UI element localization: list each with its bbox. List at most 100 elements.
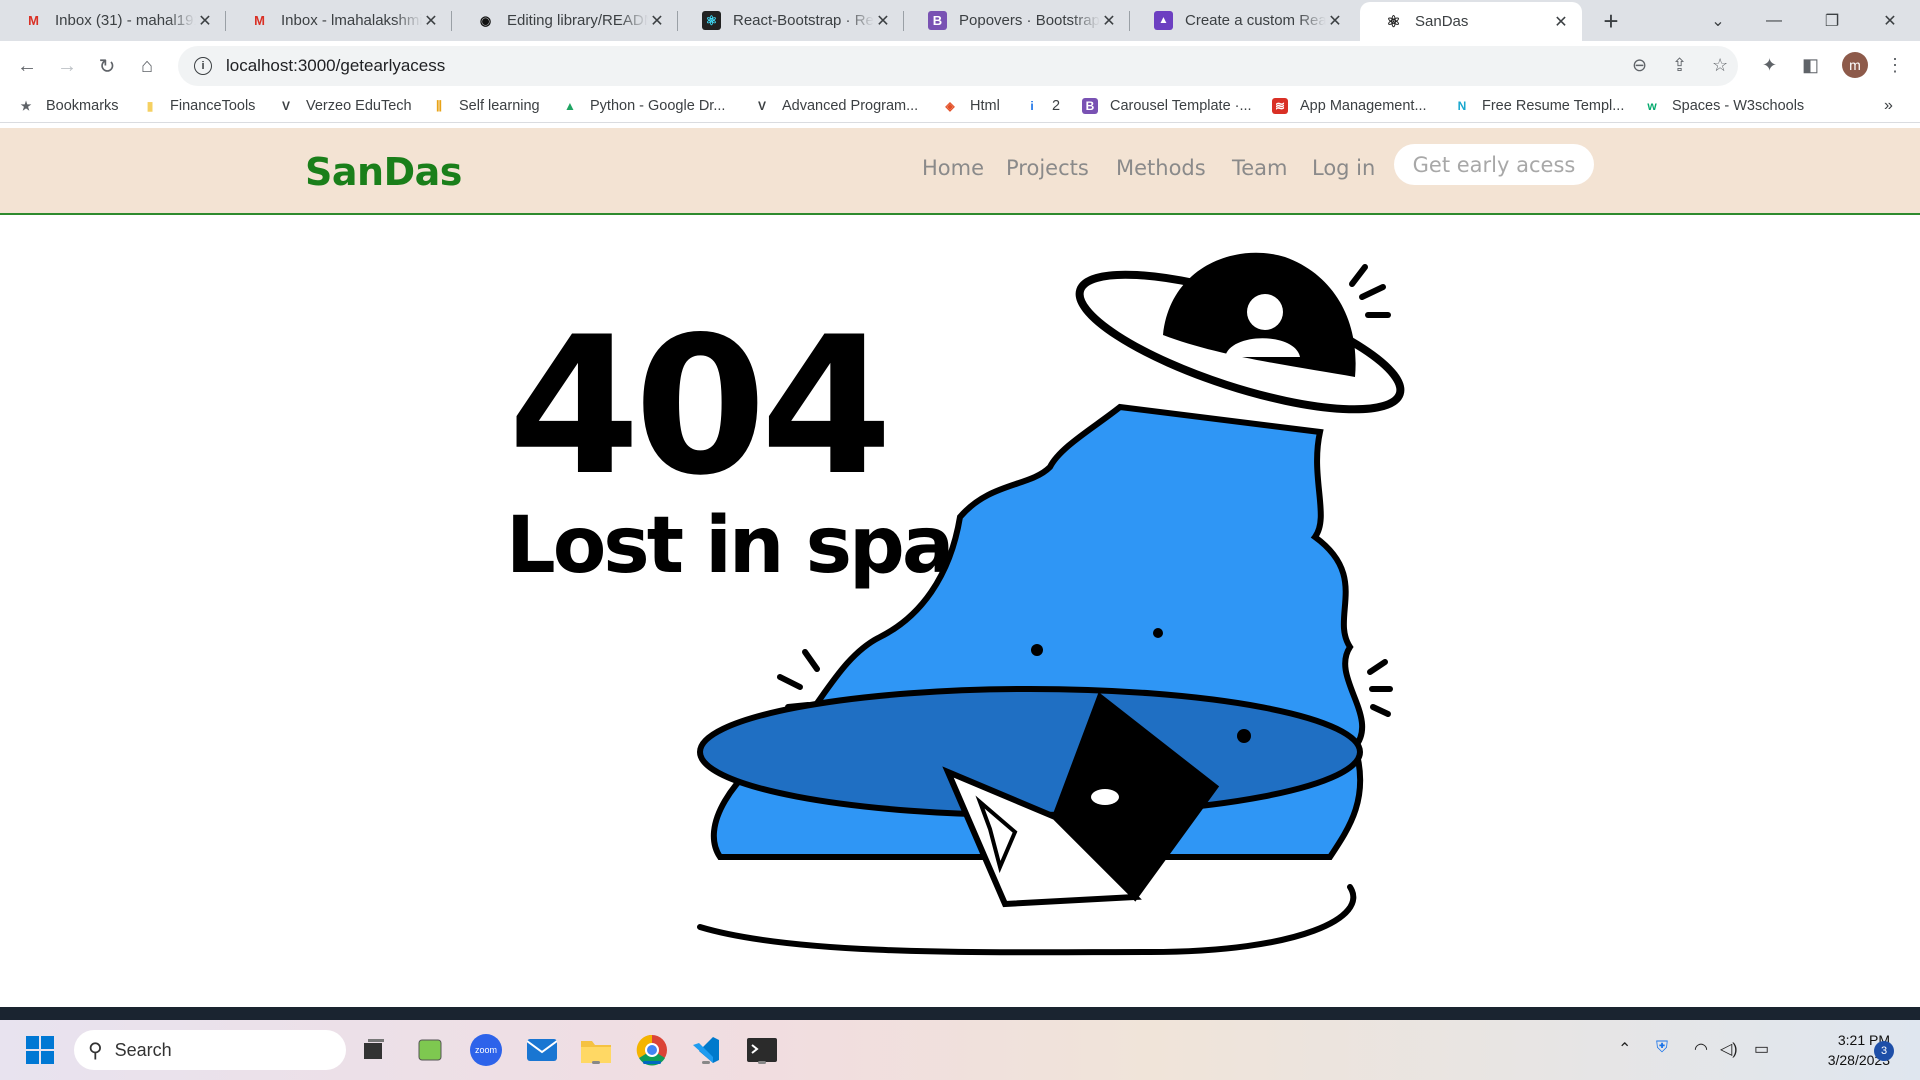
vscode-icon[interactable] [688, 1032, 724, 1068]
app-icon: ≋ [1272, 98, 1288, 114]
search-placeholder: Search [114, 1039, 172, 1060]
close-tab-icon[interactable]: ✕ [196, 12, 214, 30]
close-tab-icon[interactable]: ✕ [1552, 13, 1570, 31]
running-indicator [758, 1061, 766, 1064]
nav-link-projects[interactable]: Projects [1006, 156, 1089, 180]
react-icon: ⚛ [1386, 13, 1401, 31]
bookmark-item[interactable]: ≋ App Management... [1272, 96, 1427, 116]
bookmark-label: App Management... [1300, 98, 1427, 114]
alien-silhouette-head [1247, 294, 1283, 330]
nav-link-methods[interactable]: Methods [1116, 156, 1206, 180]
profile-avatar[interactable]: m [1842, 52, 1868, 78]
bookmark-label: Advanced Program... [782, 98, 919, 114]
mail-icon[interactable] [524, 1032, 560, 1068]
windows-taskbar: ⚲ Search zoom ⌃ ⛨ ◠ ◁) ▭ 3:21 PM 3/28/20… [0, 1020, 1920, 1080]
zoom-badge: zoom [470, 1034, 502, 1066]
bookmark-item[interactable]: N Free Resume Templ... [1454, 96, 1625, 116]
nav-link-home[interactable]: Home [922, 156, 984, 180]
home-icon[interactable]: ⌂ [132, 51, 162, 81]
bookmark-item[interactable]: V Verzeo EduTech [278, 96, 412, 116]
running-indicator [702, 1061, 710, 1064]
windows-start-icon[interactable] [22, 1032, 58, 1068]
search-icon: ⚲ [88, 1039, 103, 1062]
close-tab-icon[interactable]: ✕ [1100, 12, 1118, 30]
browser-tab[interactable]: M Inbox - lmahalakshmi ✕ [226, 0, 452, 41]
star-dot [1153, 628, 1163, 638]
bookmark-label: Python - Google Dr... [590, 98, 726, 114]
running-indicator [643, 1061, 661, 1064]
nav-link-team[interactable]: Team [1232, 156, 1288, 180]
photos-icon[interactable] [412, 1032, 448, 1068]
laptop-screen-circle [1091, 789, 1119, 805]
minimize-icon[interactable]: — [1746, 0, 1802, 41]
site-info-icon[interactable]: i [194, 57, 212, 75]
browser-tab[interactable]: ▲ Create a custom Reac ✕ [1130, 0, 1356, 41]
menu-kebab-icon[interactable]: ⋮ [1886, 55, 1904, 76]
zoom-icon[interactable]: zoom [468, 1032, 504, 1068]
browser-tab[interactable]: ◉ Editing library/READM ✕ [452, 0, 678, 41]
task-view-icon[interactable] [356, 1032, 392, 1068]
site-brand-logo[interactable]: SanDas [305, 150, 462, 194]
rocket-icon: ▲ [1154, 11, 1173, 30]
photos-glyph [418, 1039, 442, 1061]
reload-icon[interactable]: ↻ [92, 51, 122, 81]
tab-search-icon[interactable]: ⌄ [1690, 0, 1746, 41]
browser-tab[interactable]: M Inbox (31) - mahal191 ✕ [0, 0, 226, 41]
google-drive-icon: ▲ [564, 99, 576, 113]
url-text[interactable]: localhost:3000/getearlyacess [226, 56, 445, 76]
bookmark-item[interactable]: ▮ FinanceTools [142, 96, 256, 116]
bookmark-label: Html [970, 98, 1000, 114]
wifi-icon[interactable]: ◠ [1694, 1039, 1708, 1059]
more-bookmarks-icon[interactable]: » [1884, 96, 1893, 116]
security-shield-icon[interactable]: ⛨ [1656, 1039, 1668, 1057]
bookmark-item[interactable]: w Spaces - W3schools [1644, 96, 1804, 116]
address-bar[interactable]: i localhost:3000/getearlyacess [178, 46, 1738, 86]
file-explorer-icon[interactable] [578, 1032, 614, 1068]
notification-badge[interactable]: 3 [1874, 1041, 1894, 1061]
share-icon[interactable]: ⇪ [1672, 55, 1687, 76]
extensions-icon[interactable]: ✦ [1762, 55, 1777, 76]
battery-icon[interactable]: ▭ [1754, 1039, 1769, 1059]
bookmark-item[interactable]: ◈ Html [942, 96, 1000, 116]
new-tab-button[interactable]: + [1598, 6, 1624, 36]
tab-title: React-Bootstrap · Rea [733, 12, 874, 29]
bookmark-item[interactable]: i2 [1024, 96, 1060, 116]
bookmark-item[interactable]: ▲ Python - Google Dr... [562, 96, 725, 116]
star-icon: ★ [20, 99, 32, 113]
browser-tab[interactable]: B Popovers · Bootstrap ✕ [904, 0, 1130, 41]
bookmark-item[interactable]: V Advanced Program... [754, 96, 918, 116]
bookmark-item[interactable]: ⫼ Self learning [431, 96, 539, 116]
github-icon: ◉ [479, 12, 492, 28]
taskbar-search-box[interactable]: ⚲ Search [74, 1030, 346, 1070]
w3schools-icon: w [1647, 99, 1657, 113]
close-tab-icon[interactable]: ✕ [422, 12, 440, 30]
bookmark-star-icon[interactable]: ☆ [1712, 55, 1728, 76]
restore-icon[interactable]: ❐ [1804, 0, 1860, 41]
close-tab-icon[interactable]: ✕ [1326, 12, 1344, 30]
back-icon[interactable]: ← [12, 51, 42, 81]
close-window-icon[interactable]: ✕ [1862, 0, 1918, 41]
bootstrap-icon: B [928, 11, 947, 30]
close-tab-icon[interactable]: ✕ [874, 12, 892, 30]
tab-title: SanDas [1415, 13, 1469, 30]
nav-link-login[interactable]: Log in [1312, 156, 1375, 180]
volume-icon[interactable]: ◁) [1720, 1039, 1738, 1059]
chrome-icon[interactable] [634, 1032, 670, 1068]
terminal-icon[interactable] [744, 1032, 780, 1068]
react-bootstrap-icon: ⚛ [702, 11, 721, 30]
side-panel-icon[interactable]: ◧ [1802, 55, 1819, 76]
zoom-icon[interactable]: ⊖ [1632, 55, 1647, 76]
browser-tab[interactable]: ⚛ React-Bootstrap · Rea ✕ [678, 0, 904, 41]
get-early-access-button[interactable]: Get early acess [1394, 144, 1594, 185]
show-hidden-icons-chevron-icon[interactable]: ⌃ [1618, 1039, 1631, 1059]
terminal-glyph [747, 1038, 777, 1062]
gmail-icon: M [254, 13, 265, 28]
bookmark-label: Free Resume Templ... [1482, 98, 1625, 114]
bookmark-item[interactable]: B Carousel Template ·... [1082, 96, 1252, 116]
forward-icon[interactable]: → [52, 51, 82, 81]
bookmark-item[interactable]: ★ Bookmarks [18, 96, 119, 116]
browser-tab-active[interactable]: ⚛ SanDas ✕ [1360, 2, 1582, 41]
close-tab-icon[interactable]: ✕ [648, 12, 666, 30]
info-icon: i [1030, 99, 1034, 113]
error-code-text: 404 [508, 296, 887, 517]
